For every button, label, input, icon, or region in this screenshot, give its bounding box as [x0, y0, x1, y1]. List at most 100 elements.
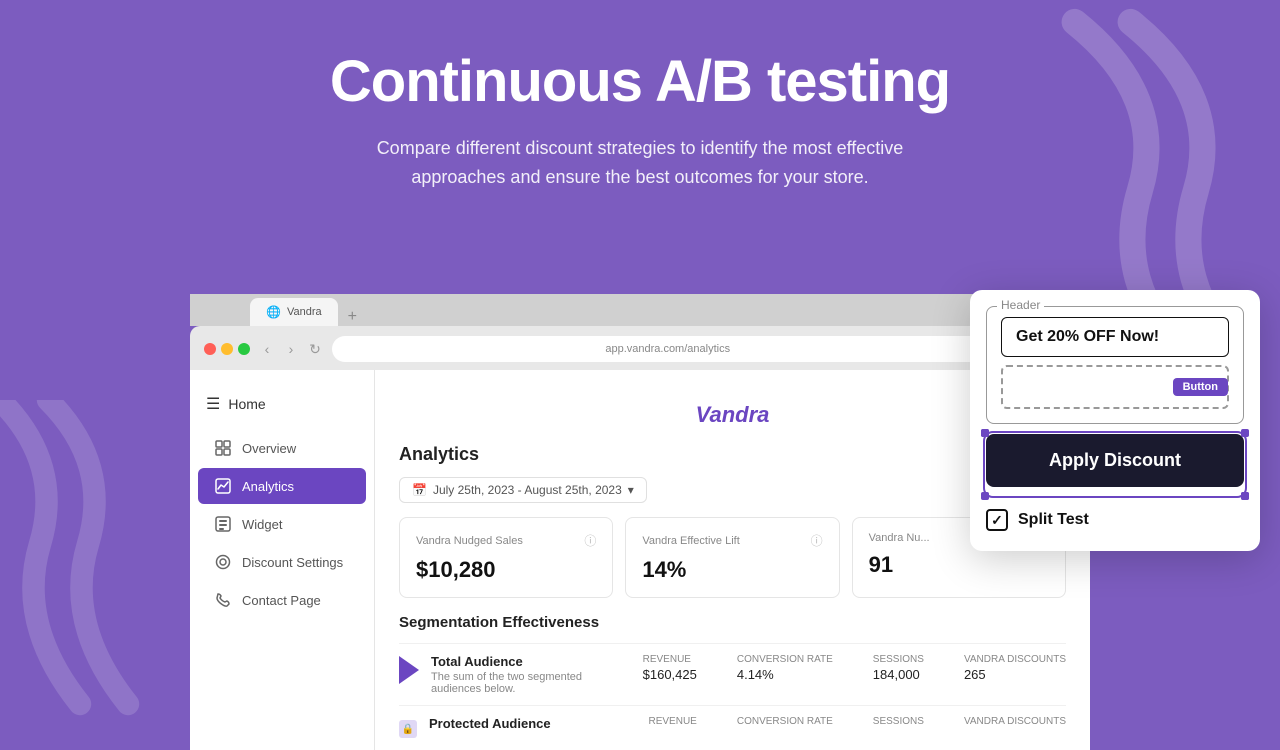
tab-favicon: 🌐 — [266, 305, 281, 319]
revenue-label-2: REVENUE — [649, 716, 697, 727]
chevron-down-icon: ▾ — [628, 483, 634, 497]
popup-fieldset-legend: Header — [997, 298, 1044, 312]
hero-section: Continuous A/B testing Compare different… — [0, 0, 1280, 221]
chart-icon — [214, 477, 232, 495]
home-label: Home — [228, 396, 265, 412]
split-test-label: Split Test — [1018, 511, 1089, 529]
stat-discounts: VANDRA DISCOUNTS 265 — [964, 654, 1066, 682]
segment-info: Total Audience The sum of the two segmen… — [431, 654, 631, 695]
widget-icon — [214, 515, 232, 533]
metric-label-0: Vandra Nudged Sales ⓘ — [416, 532, 596, 549]
discount-settings-icon — [214, 553, 232, 571]
browser-navigation: ‹ › ↻ — [258, 340, 324, 358]
segment-row-protected: 🔒 Protected Audience REVENUE CONVERSION … — [399, 705, 1066, 748]
address-bar[interactable]: app.vandra.com/analytics — [332, 336, 1003, 362]
revenue-value: $160,425 — [643, 667, 697, 682]
phone-icon — [214, 591, 232, 609]
maximize-window-button[interactable] — [238, 343, 250, 355]
segment-desc: The sum of the two segmented audiences b… — [431, 671, 631, 695]
sidebar-item-label: Widget — [242, 517, 282, 532]
analytics-title: Analytics — [399, 444, 1066, 465]
split-test-row[interactable]: ✓ Split Test — [986, 505, 1244, 535]
hero-subtitle: Compare different discount strategies to… — [330, 134, 950, 192]
metrics-row: Vandra Nudged Sales ⓘ $10,280 Vandra Eff… — [399, 517, 1066, 598]
conversion-label: CONVERSION RATE — [737, 654, 833, 665]
tab-label: Vandra — [287, 306, 322, 318]
browser-tab-active[interactable]: 🌐 Vandra — [250, 298, 338, 326]
app-brand: Vandra — [399, 390, 1066, 444]
metric-label-1: Vandra Effective Lift ⓘ — [642, 532, 822, 549]
sidebar-item-overview[interactable]: Overview — [198, 430, 366, 466]
sidebar-home[interactable]: ☰ Home — [190, 386, 374, 422]
sidebar-item-label: Discount Settings — [242, 555, 343, 570]
segment-info-2: Protected Audience — [429, 716, 637, 731]
sidebar: ☰ Home Overview — [190, 370, 375, 750]
popup-body-area: Button — [1001, 365, 1229, 409]
popup-header-input[interactable] — [1001, 317, 1229, 357]
stat-revenue: REVENUE $160,425 — [643, 654, 697, 682]
sessions-label: SESSIONS — [873, 654, 924, 665]
popup-card: Header Button Apply Discount ✓ Split Tes… — [970, 290, 1260, 551]
app-content: ☰ Home Overview — [190, 370, 1090, 750]
corner-tr — [1241, 429, 1249, 437]
segment-indicator — [399, 656, 419, 684]
close-window-button[interactable] — [204, 343, 216, 355]
browser-window: 🌐 Vandra + ‹ › ↻ app.vandra.com/analytic… — [190, 294, 1090, 750]
sidebar-item-discount-settings[interactable]: Discount Settings — [198, 544, 366, 580]
segmentation-title: Segmentation Effectiveness — [399, 614, 1066, 631]
stat-revenue-2: REVENUE — [649, 716, 697, 729]
discounts-value: 265 — [964, 667, 1066, 682]
minimize-window-button[interactable] — [221, 343, 233, 355]
segment-name: Total Audience — [431, 654, 631, 669]
grid-icon — [214, 439, 232, 457]
stat-sessions: SESSIONS 184,000 — [873, 654, 924, 682]
browser-chrome: ‹ › ↻ app.vandra.com/analytics ☆ ⋮ — [190, 326, 1090, 370]
apply-discount-wrapper: Apply Discount — [986, 434, 1244, 495]
stat-sessions-2: SESSIONS — [873, 716, 924, 729]
sidebar-item-label: Overview — [242, 441, 296, 456]
browser-traffic-lights — [204, 343, 250, 355]
stat-conversion-2: CONVERSION RATE — [737, 716, 833, 729]
segment-name-2: Protected Audience — [429, 716, 637, 731]
metric-card-1: Vandra Effective Lift ⓘ 14% — [625, 517, 839, 598]
discounts-label: VANDRA DISCOUNTS — [964, 654, 1066, 665]
segment-stats: REVENUE $160,425 CONVERSION RATE 4.14% S… — [643, 654, 1066, 682]
revenue-label: REVENUE — [643, 654, 697, 665]
sidebar-item-contact-page[interactable]: Contact Page — [198, 582, 366, 618]
sessions-label-2: SESSIONS — [873, 716, 924, 727]
sidebar-item-label: Analytics — [242, 479, 294, 494]
decor-left-bg — [0, 400, 200, 720]
corner-br — [1241, 492, 1249, 500]
stat-discounts-2: VANDRA DISCOUNTS — [964, 716, 1066, 729]
split-test-checkbox[interactable]: ✓ — [986, 509, 1008, 531]
lock-icon: 🔒 — [399, 720, 417, 738]
metric-value-1: 14% — [642, 557, 822, 583]
popup-fieldset: Header Button — [986, 306, 1244, 424]
forward-button[interactable]: › — [282, 340, 300, 358]
info-icon: ⓘ — [584, 532, 596, 549]
reload-button[interactable]: ↻ — [306, 340, 324, 358]
calendar-icon: 📅 — [412, 483, 427, 497]
back-button[interactable]: ‹ — [258, 340, 276, 358]
segment-stats-2: REVENUE CONVERSION RATE SESSIONS VANDRA … — [649, 716, 1067, 729]
segment-row-total: Total Audience The sum of the two segmen… — [399, 643, 1066, 705]
apply-discount-button[interactable]: Apply Discount — [986, 434, 1244, 487]
popup-button-badge: Button — [1173, 378, 1228, 396]
conversion-label-2: CONVERSION RATE — [737, 716, 833, 727]
sidebar-item-widget[interactable]: Widget — [198, 506, 366, 542]
date-range-label: July 25th, 2023 - August 25th, 2023 — [433, 483, 622, 497]
hamburger-icon: ☰ — [206, 394, 220, 414]
new-tab-button[interactable]: + — [340, 308, 365, 326]
sessions-value: 184,000 — [873, 667, 924, 682]
sidebar-item-analytics[interactable]: Analytics — [198, 468, 366, 504]
metric-card-0: Vandra Nudged Sales ⓘ $10,280 — [399, 517, 613, 598]
hero-title: Continuous A/B testing — [20, 50, 1260, 114]
conversion-value: 4.14% — [737, 667, 833, 682]
sidebar-item-label: Contact Page — [242, 593, 321, 608]
discounts-label-2: VANDRA DISCOUNTS — [964, 716, 1066, 727]
metric-value-0: $10,280 — [416, 557, 596, 583]
info-icon: ⓘ — [811, 532, 823, 549]
corner-bl — [981, 492, 989, 500]
metric-value-2: 91 — [869, 552, 1049, 578]
date-range-filter[interactable]: 📅 July 25th, 2023 - August 25th, 2023 ▾ — [399, 477, 647, 503]
